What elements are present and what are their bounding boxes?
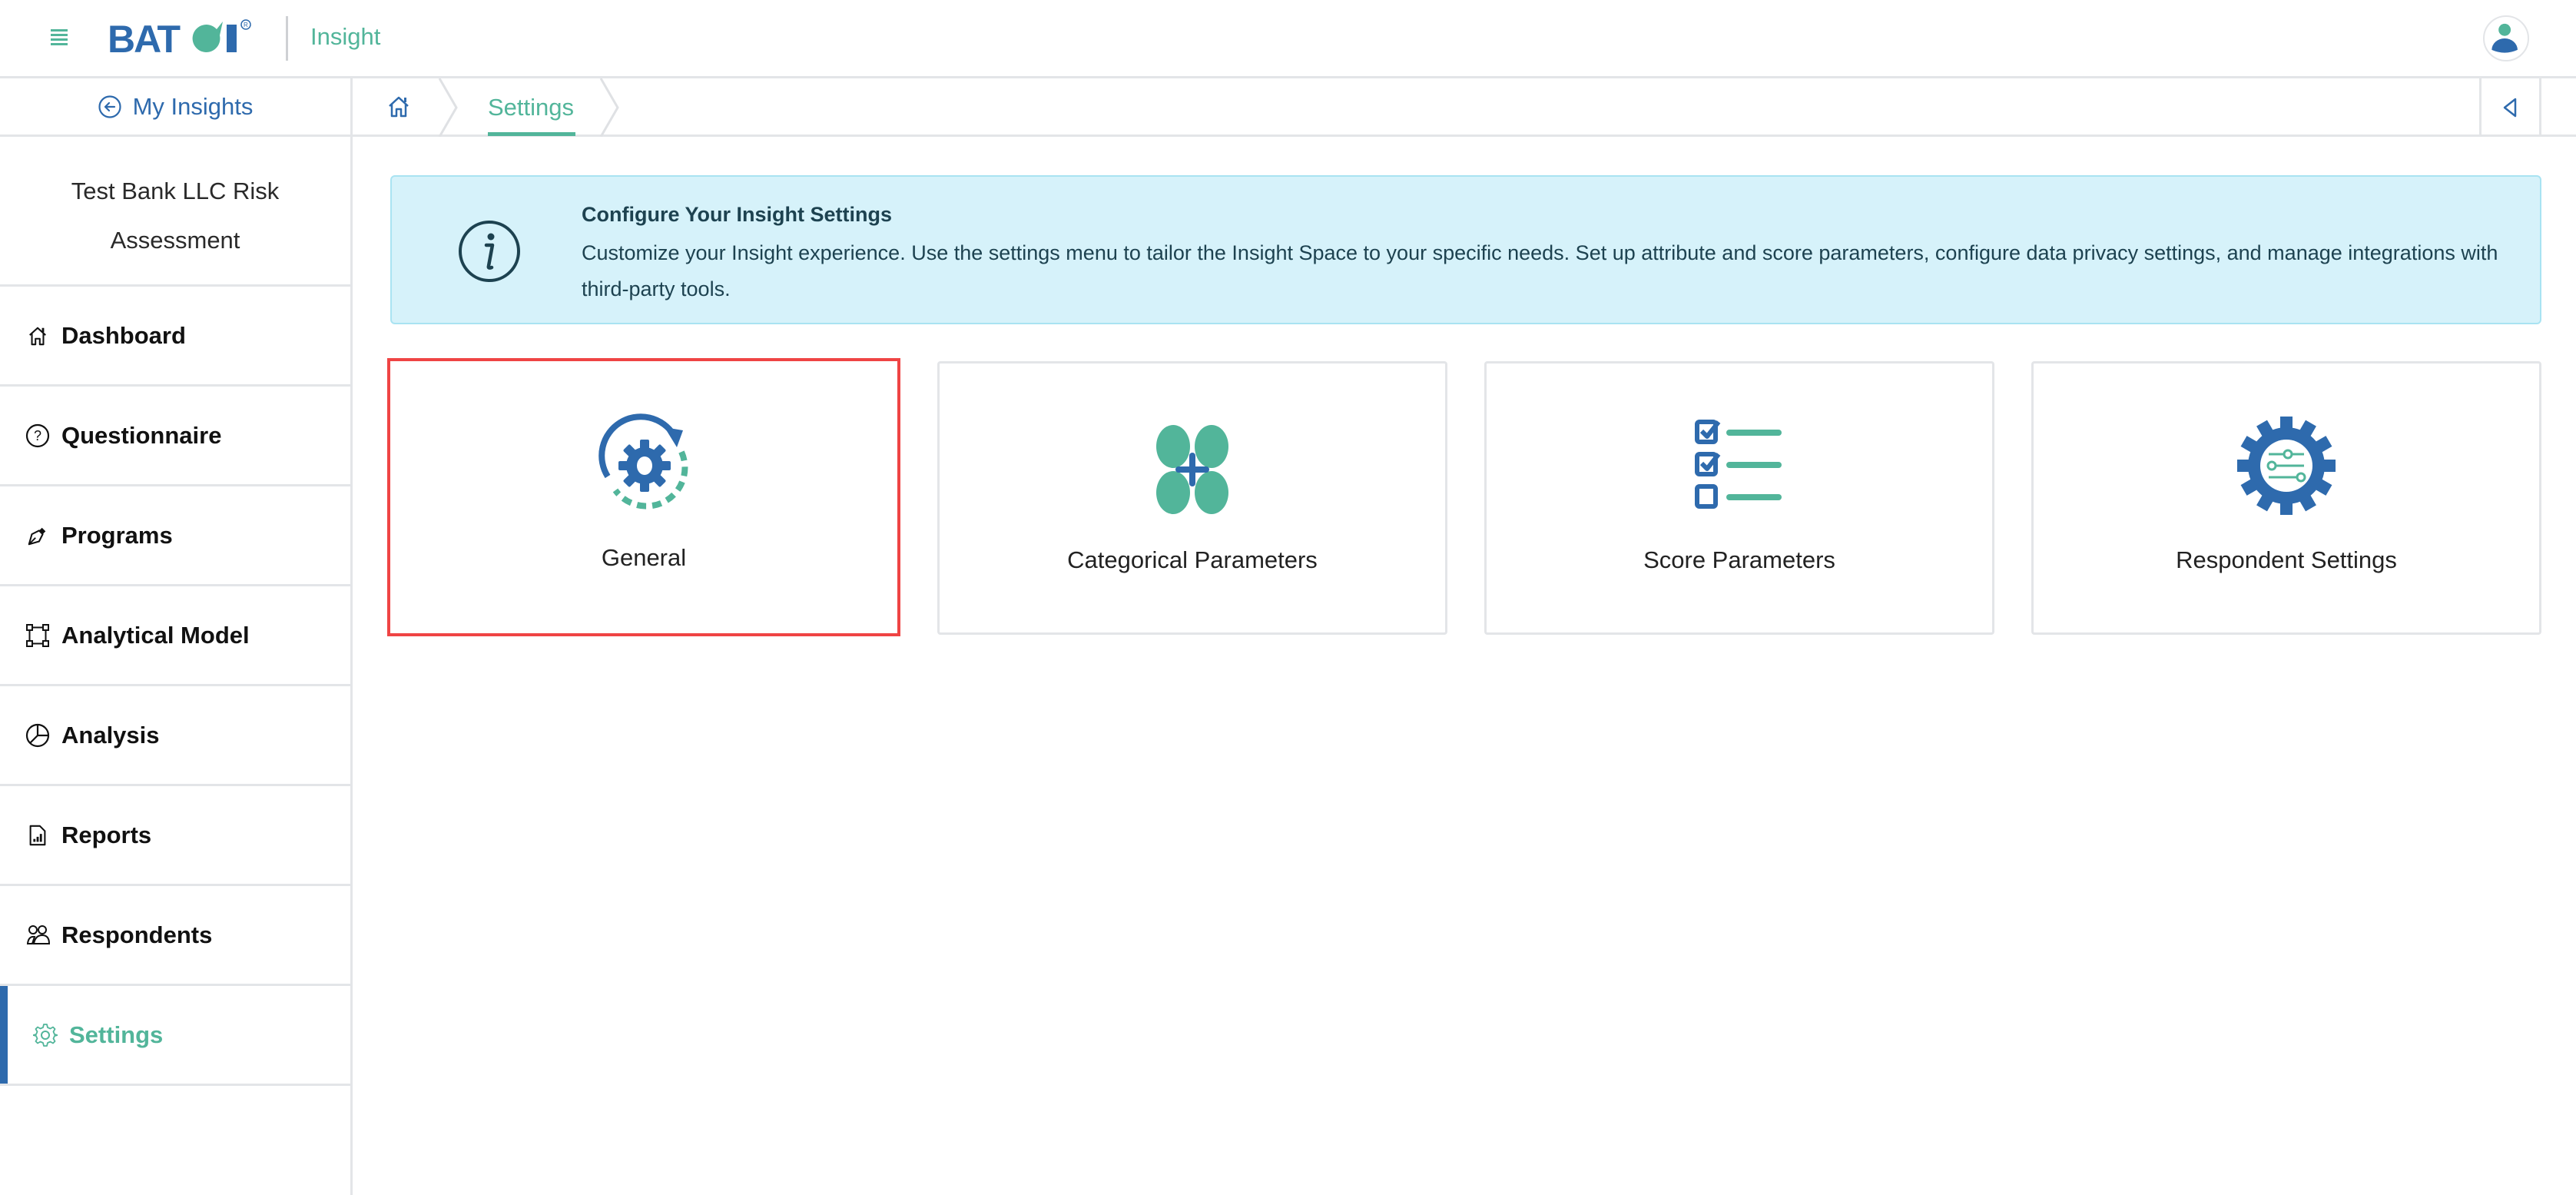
gear-refresh-icon — [598, 413, 688, 510]
sidebar-item-respondents[interactable]: Respondents — [0, 886, 350, 986]
breadcrumb-separator — [438, 78, 458, 137]
sidebar-item-analysis[interactable]: Analysis — [0, 686, 350, 786]
bounding-box-icon — [25, 622, 51, 649]
sidebar-item-label: Respondents — [61, 921, 213, 948]
banner-title: Configure Your Insight Settings — [582, 203, 892, 226]
my-insights-back-link[interactable]: My Insights — [0, 78, 350, 137]
svg-text:R: R — [244, 22, 248, 28]
sidebar-item-settings[interactable]: Settings — [0, 986, 350, 1086]
score-parameters-card[interactable]: Score Parameters — [1484, 361, 1994, 635]
people-icon — [25, 922, 51, 948]
categorical-parameters-card[interactable]: Categorical Parameters — [937, 361, 1447, 635]
info-icon — [459, 221, 520, 282]
app-name: Insight — [310, 23, 381, 50]
sidebar-item-analytical-model[interactable]: Analytical Model — [0, 586, 350, 686]
logo-divider — [286, 16, 288, 61]
home-icon — [25, 323, 51, 349]
sidebar-item-dashboard[interactable]: Dashboard — [0, 287, 350, 387]
svg-text:BAT: BAT — [108, 18, 181, 57]
top-header: BAT R Insight — [0, 0, 2576, 78]
sidebar-item-label: Reports — [61, 821, 152, 848]
sidebar-item-reports[interactable]: Reports — [0, 786, 350, 886]
sidebar-item-questionnaire[interactable]: ? Questionnaire — [0, 387, 350, 486]
svg-text:?: ? — [34, 428, 41, 443]
pie-chart-icon — [25, 722, 51, 749]
gear-icon — [32, 1022, 58, 1048]
card-label: Categorical Parameters — [1067, 546, 1318, 573]
breadcrumb: Settings — [352, 78, 2576, 137]
breadcrumb-separator — [599, 78, 619, 137]
breadcrumb-current[interactable]: Settings — [488, 94, 574, 121]
breadcrumb-home-icon[interactable] — [386, 94, 412, 120]
project-title-line2: Assessment — [110, 227, 240, 254]
sidebar-item-label: Settings — [69, 1021, 164, 1048]
dots-plus-icon — [1156, 425, 1228, 514]
file-chart-icon — [25, 822, 51, 848]
gear-sliders-icon — [2237, 417, 2336, 515]
sidebar: My Insights Test Bank LLC Risk Assessmen… — [0, 78, 353, 1195]
breadcrumb-active-underline — [488, 132, 575, 136]
card-label: General — [601, 544, 687, 571]
sidebar-item-label: Dashboard — [61, 321, 186, 349]
card-label: Respondent Settings — [2176, 546, 2397, 573]
sidebar-nav: Dashboard ? Questionnaire Programs Analy… — [0, 287, 350, 1086]
settings-cards: General Categorical Parameters Score Par… — [387, 358, 2541, 636]
project-title: Test Bank LLC Risk Assessment — [0, 139, 350, 287]
checklist-icon — [1695, 420, 1782, 509]
project-title-line1: Test Bank LLC Risk — [71, 178, 280, 204]
card-label: Score Parameters — [1643, 546, 1835, 573]
banner-text: Customize your Insight experience. Use t… — [582, 241, 2498, 300]
sidebar-item-label: Analysis — [61, 721, 160, 749]
my-insights-label: My Insights — [132, 92, 254, 120]
respondent-settings-card[interactable]: Respondent Settings — [2031, 361, 2541, 635]
sidebar-item-programs[interactable]: Programs — [0, 486, 350, 586]
batoi-logo[interactable]: BAT R — [108, 18, 261, 57]
info-banner: Configure Your Insight Settings Customiz… — [390, 175, 2541, 324]
hamburger-icon[interactable] — [51, 29, 68, 45]
collapse-panel-button[interactable] — [2479, 78, 2541, 137]
sidebar-item-label: Analytical Model — [61, 621, 250, 649]
user-avatar-icon[interactable] — [2483, 15, 2529, 61]
caret-left-icon — [2503, 98, 2517, 118]
sidebar-item-label: Programs — [61, 521, 173, 549]
pen-nib-icon — [25, 523, 51, 549]
question-circle-icon: ? — [25, 423, 51, 449]
arrow-left-circle-icon — [98, 95, 121, 118]
general-card[interactable]: General — [387, 358, 900, 636]
sidebar-item-label: Questionnaire — [61, 421, 222, 449]
